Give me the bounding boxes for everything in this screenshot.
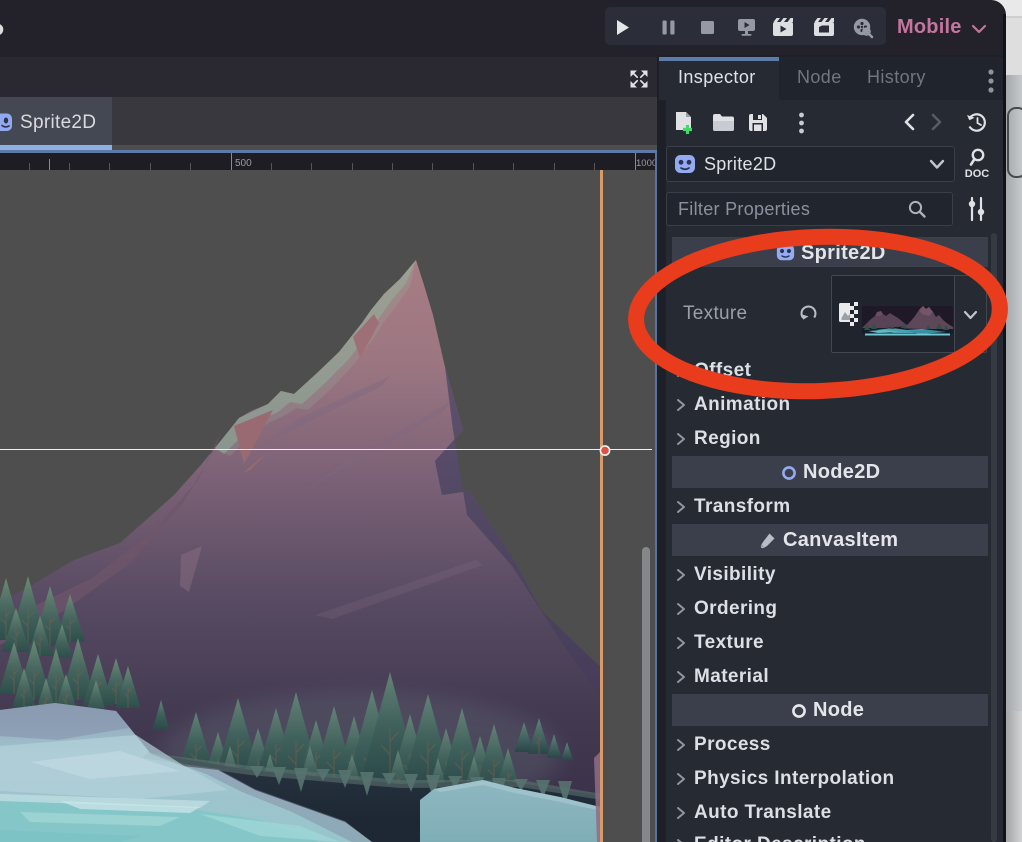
- svg-text:500: 500: [235, 158, 252, 169]
- svg-text:DOC: DOC: [965, 168, 990, 180]
- svg-text:1000: 1000: [636, 158, 657, 169]
